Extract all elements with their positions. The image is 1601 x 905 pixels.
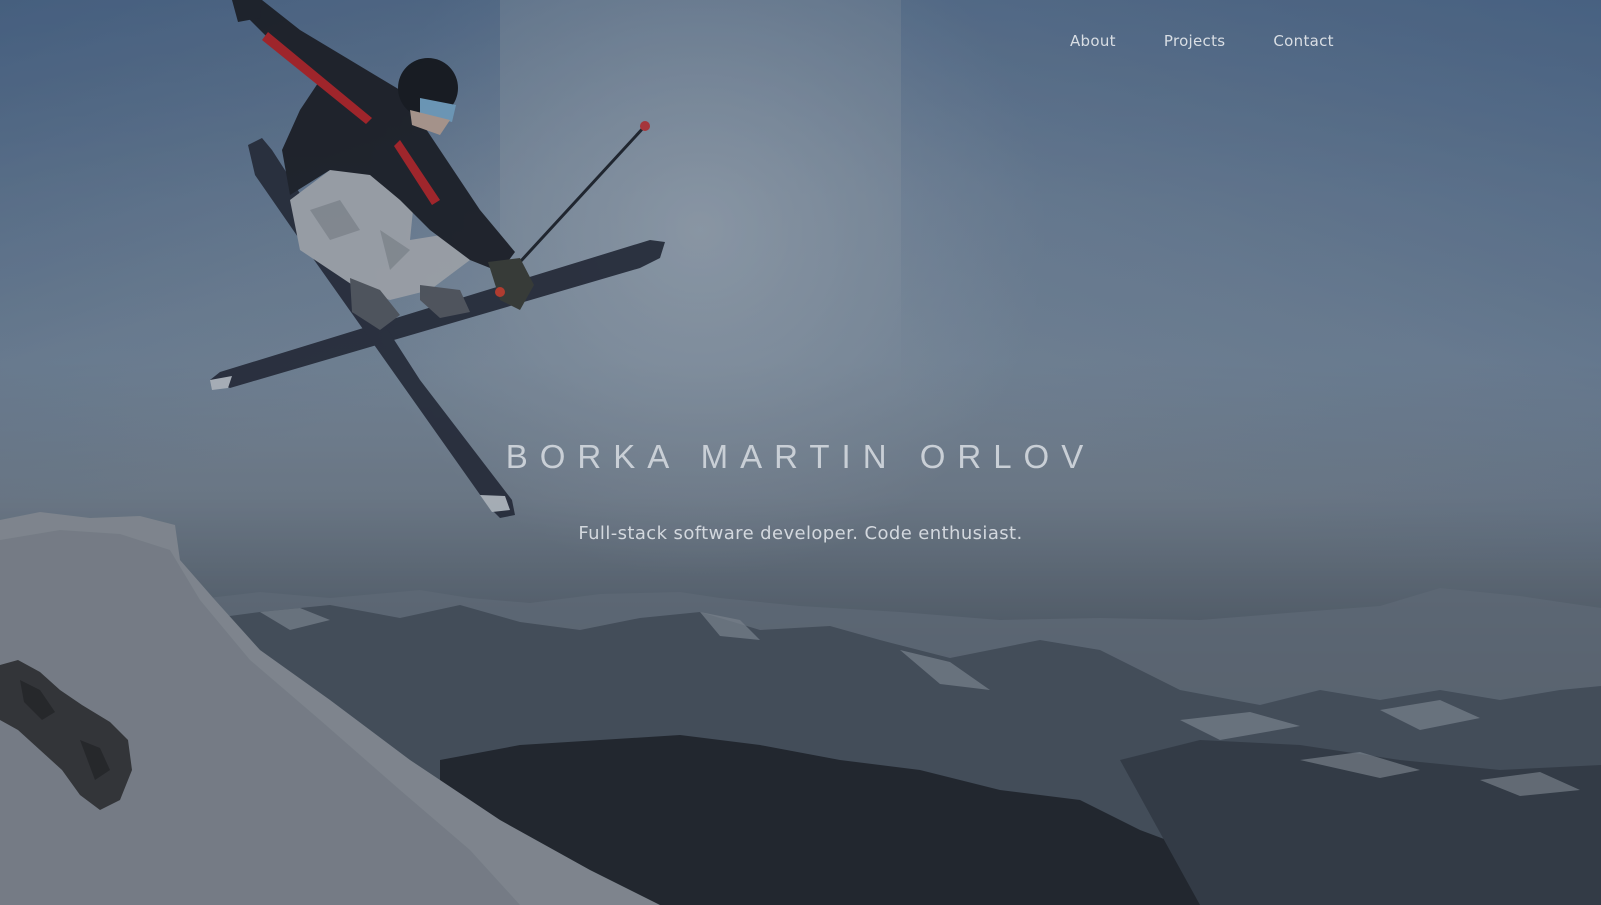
nav-projects-link[interactable]: Projects	[1164, 32, 1226, 50]
hero-subtitle: Full-stack software developer. Code enth…	[578, 523, 1023, 544]
hero-title: BORKA MARTIN ORLOV	[505, 438, 1096, 475]
nav-contact-link[interactable]: Contact	[1273, 32, 1333, 50]
top-nav: About Projects Contact	[1070, 32, 1334, 50]
hero-section: About Projects Contact BORKA MARTIN ORLO…	[0, 0, 1601, 905]
nav-about-link[interactable]: About	[1070, 32, 1116, 50]
